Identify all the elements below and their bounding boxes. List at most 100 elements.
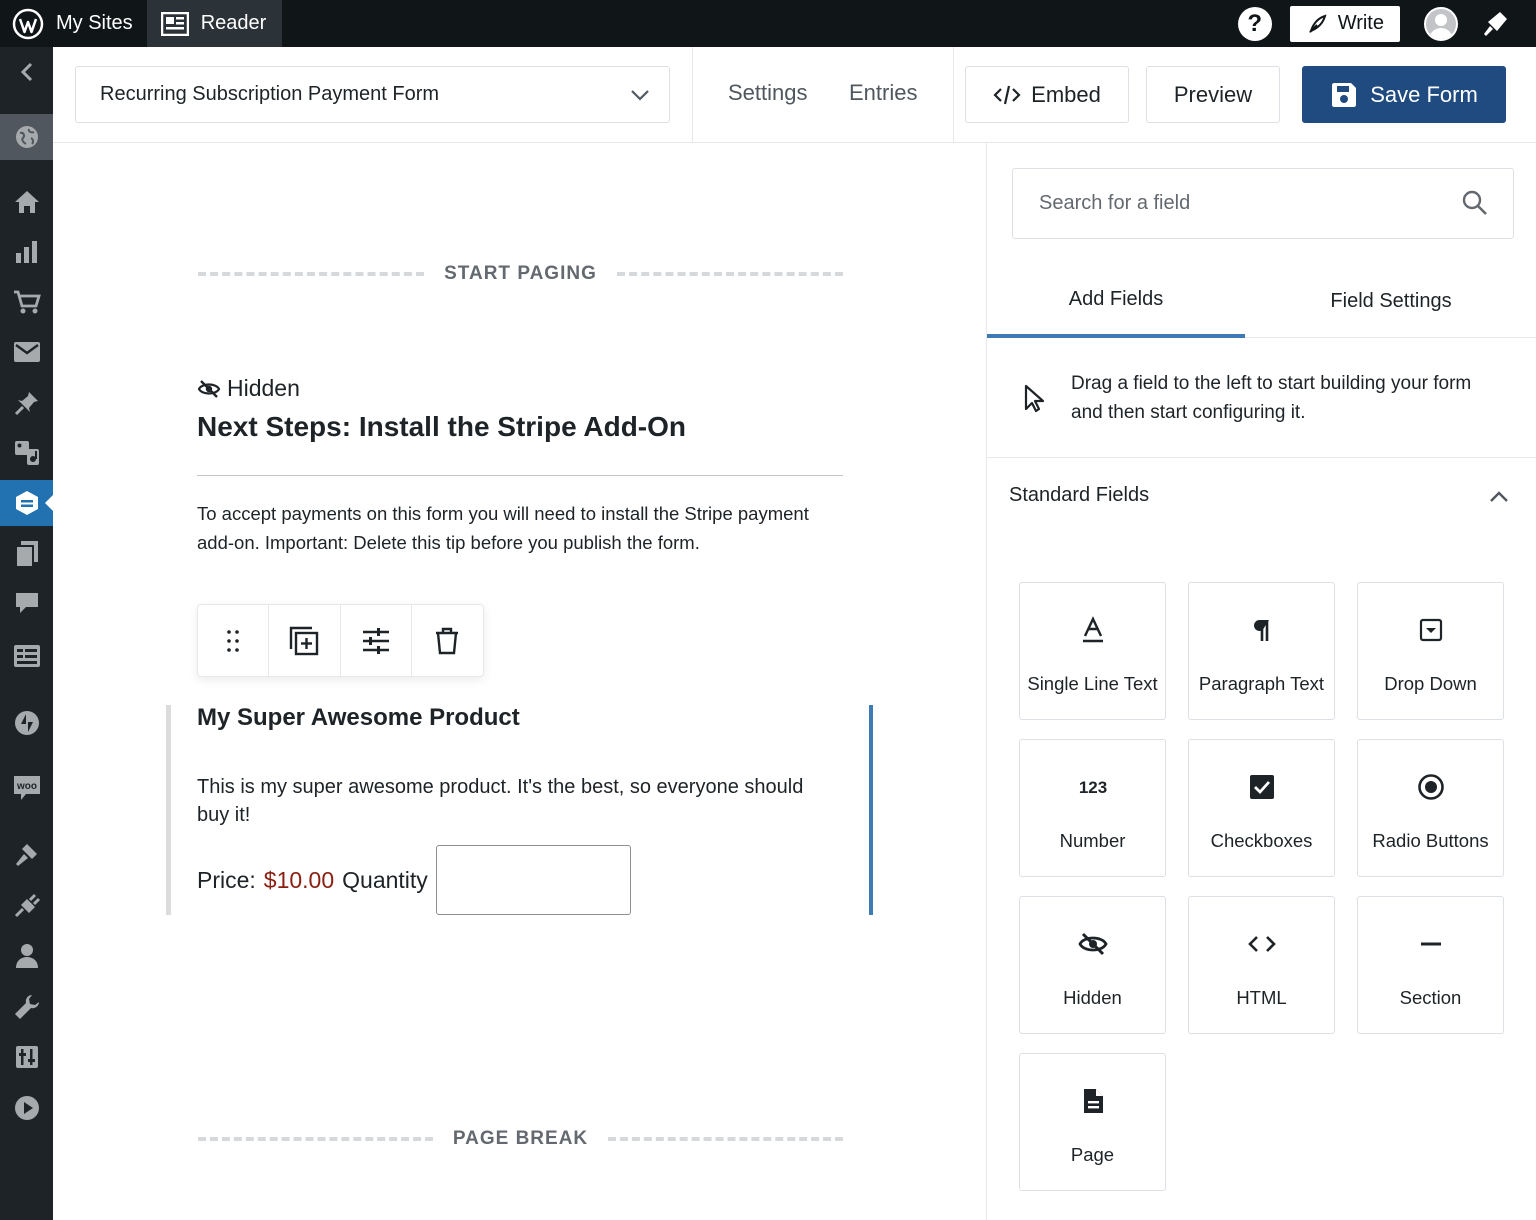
feedback-icon[interactable] [0, 633, 53, 679]
number-icon: 123 [1078, 778, 1106, 797]
toolbar-divider [953, 47, 954, 142]
stripe-field-title[interactable]: Next Steps: Install the Stripe Add-On [197, 411, 686, 443]
admin-sidebar: woo [0, 47, 53, 1220]
chevron-up-icon[interactable] [1487, 487, 1511, 507]
field-html[interactable]: HTML [1188, 896, 1335, 1034]
paragraph-icon [1253, 620, 1269, 641]
text-icon [1082, 616, 1103, 643]
write-label: Write [1337, 12, 1384, 34]
settings-icon[interactable] [0, 1034, 53, 1080]
mail-icon[interactable] [0, 329, 53, 375]
cart-icon[interactable] [0, 279, 53, 325]
tools-icon[interactable] [0, 984, 53, 1030]
field-radio-buttons[interactable]: Radio Buttons [1357, 739, 1504, 877]
wordpress-logo-icon[interactable] [0, 0, 56, 47]
chevron-down-icon [631, 90, 649, 101]
comments-icon[interactable] [0, 580, 53, 626]
dashed-line [198, 272, 425, 276]
field-paragraph-text[interactable]: Paragraph Text [1188, 582, 1335, 720]
help-icon[interactable]: ? [1237, 6, 1272, 41]
field-label: Radio Buttons [1372, 830, 1489, 851]
admin-bar: My Sites Reader ? Write [0, 0, 1536, 47]
field-single-line-text[interactable]: Single Line Text [1019, 582, 1166, 720]
field-number[interactable]: 123 Number [1019, 739, 1166, 877]
reader-link[interactable]: Reader [146, 0, 283, 47]
form-selector[interactable]: Recurring Subscription Payment Form [75, 66, 670, 123]
users-icon[interactable] [0, 933, 53, 979]
woo-icon[interactable]: woo [0, 765, 53, 811]
hidden-label-text: Hidden [227, 375, 300, 401]
field-settings-icon[interactable] [341, 605, 412, 676]
field-label: Checkboxes [1210, 830, 1313, 851]
write-button[interactable]: Write [1289, 5, 1400, 42]
dashed-line [616, 272, 843, 276]
my-sites-link[interactable]: My Sites [56, 0, 147, 47]
plugins-icon[interactable] [0, 882, 53, 928]
drag-handle-icon[interactable] [198, 605, 270, 676]
html-icon [1247, 936, 1276, 952]
product-description: This is my super awesome product. It's t… [197, 776, 804, 826]
toolbar-divider [692, 47, 693, 142]
stripe-field-description: To accept payments on this form you will… [197, 503, 809, 553]
start-paging-divider: START PAGING [198, 259, 843, 289]
number-glyph: 123 [1078, 778, 1106, 797]
back-arrow-icon[interactable] [0, 49, 53, 95]
drag-hint-text: Drag a field to the left to start buildi… [1071, 373, 1472, 423]
form-name: Recurring Subscription Payment Form [100, 83, 440, 105]
quantity-input[interactable] [435, 845, 631, 915]
code-icon [993, 85, 1021, 104]
notifications-icon[interactable] [1480, 9, 1510, 39]
cursor-icon [1024, 384, 1045, 413]
standard-fields-heading[interactable]: Standard Fields [1009, 484, 1149, 507]
quantity-label: Quantity [342, 866, 428, 893]
tab-field-settings[interactable]: Field Settings [1245, 265, 1536, 338]
field-label: HTML [1236, 987, 1287, 1008]
product-title: My Super Awesome Product [197, 704, 520, 731]
globe-icon[interactable] [0, 114, 53, 160]
dashed-line [198, 1137, 433, 1141]
page-icon [1083, 1089, 1103, 1113]
avatar[interactable] [1424, 6, 1458, 41]
field-label: Single Line Text [1027, 673, 1158, 694]
settings-link[interactable]: Settings [728, 80, 808, 106]
price-value: $10.00 [263, 866, 335, 893]
jetpack-icon[interactable] [0, 700, 53, 746]
appearance-icon[interactable] [0, 831, 53, 877]
field-section[interactable]: Section [1357, 896, 1504, 1034]
entries-link[interactable]: Entries [849, 80, 917, 106]
trash-icon[interactable] [412, 605, 483, 676]
section-divider [197, 475, 843, 476]
stats-icon[interactable] [0, 229, 53, 275]
fields-panel: Search for a field Add Fields Field Sett… [986, 143, 1536, 1220]
save-form-button[interactable]: Save Form [1302, 66, 1506, 123]
page-break-divider: PAGE BREAK [198, 1124, 843, 1154]
field-drop-down[interactable]: Drop Down [1357, 582, 1504, 720]
field-page[interactable]: Page [1019, 1053, 1166, 1191]
eye-slash-icon [197, 379, 221, 398]
preview-button[interactable]: Preview [1146, 66, 1280, 123]
field-label: Page [1070, 1144, 1115, 1165]
tab-add-fields[interactable]: Add Fields [987, 265, 1245, 338]
field-label: Drop Down [1384, 673, 1477, 694]
dropdown-icon [1419, 618, 1442, 642]
play-icon[interactable] [0, 1085, 53, 1131]
duplicate-icon[interactable] [269, 605, 341, 676]
field-hidden[interactable]: Hidden [1019, 896, 1166, 1034]
embed-button[interactable]: Embed [965, 66, 1129, 123]
pin-icon[interactable] [0, 380, 53, 426]
checkbox-icon [1249, 775, 1274, 799]
home-icon[interactable] [0, 179, 53, 225]
form-toolbar: Recurring Subscription Payment Form Sett… [53, 47, 1536, 143]
panel-tabs: Add Fields Field Settings [987, 265, 1536, 338]
reader-label: Reader [200, 12, 267, 34]
quill-icon [1308, 14, 1327, 33]
media-icon[interactable] [0, 430, 53, 476]
floppy-disk-icon [1332, 82, 1357, 107]
hidden-field-label: Hidden [197, 375, 300, 402]
embed-label: Embed [1031, 81, 1101, 107]
woo-text: woo [16, 781, 37, 792]
field-checkboxes[interactable]: Checkboxes [1188, 739, 1335, 877]
field-search-input[interactable]: Search for a field [1012, 168, 1514, 239]
forms-icon[interactable] [0, 480, 53, 526]
pages-icon[interactable] [0, 530, 53, 576]
